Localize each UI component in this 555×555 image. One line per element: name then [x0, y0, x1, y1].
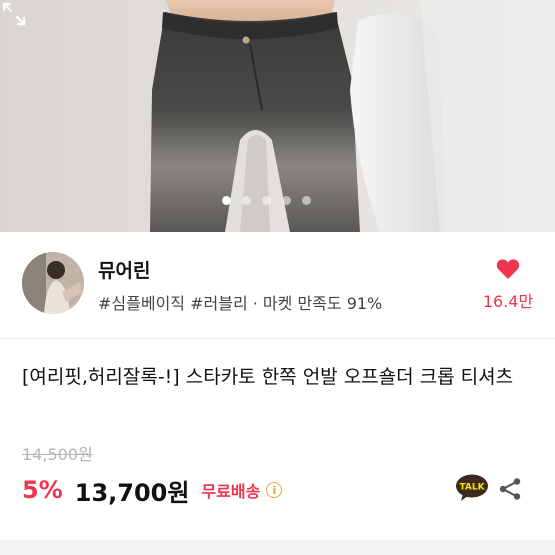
seller-avatar-image: [22, 252, 84, 314]
seller-section[interactable]: 뮤어린 #심플베이직 #러블리 · 마켓 만족도 91% 16.4만: [0, 232, 555, 338]
heart-icon[interactable]: [496, 258, 520, 280]
info-icon[interactable]: i: [266, 482, 283, 498]
section-divider: [0, 338, 555, 339]
seller-tags: #심플베이직 #러블리 · 마켓 만족도 91%: [98, 294, 383, 313]
avatar[interactable]: [22, 252, 84, 314]
free-shipping-label: 무료배송: [201, 482, 261, 501]
expand-icon[interactable]: [0, 0, 28, 28]
share-icon[interactable]: [498, 477, 522, 501]
price-row: 5% 13,700원 무료배송 i: [22, 474, 283, 507]
kakao-talk-icon[interactable]: TALK: [455, 474, 489, 502]
seller-name[interactable]: 뮤어린: [98, 256, 150, 283]
gallery-pagination: [222, 194, 334, 206]
original-price: 14,500원: [22, 445, 93, 464]
talk-label: TALK: [459, 483, 485, 493]
pagination-dot[interactable]: [222, 195, 231, 205]
like-count: 16.4만: [482, 292, 534, 311]
product-title: [여리핏,허리잘록-!] 스타카토 한쪽 언발 오프숄더 크롭 티셔츠: [22, 366, 514, 388]
product-image[interactable]: [0, 0, 555, 232]
pagination-dot[interactable]: [282, 195, 291, 205]
pagination-dot[interactable]: [302, 195, 311, 205]
sale-price: 13,700원: [74, 478, 190, 507]
pagination-dot[interactable]: [242, 195, 251, 205]
discount-rate: 5%: [22, 476, 63, 504]
pagination-dot[interactable]: [262, 195, 271, 205]
bottom-spacer: [0, 540, 555, 555]
